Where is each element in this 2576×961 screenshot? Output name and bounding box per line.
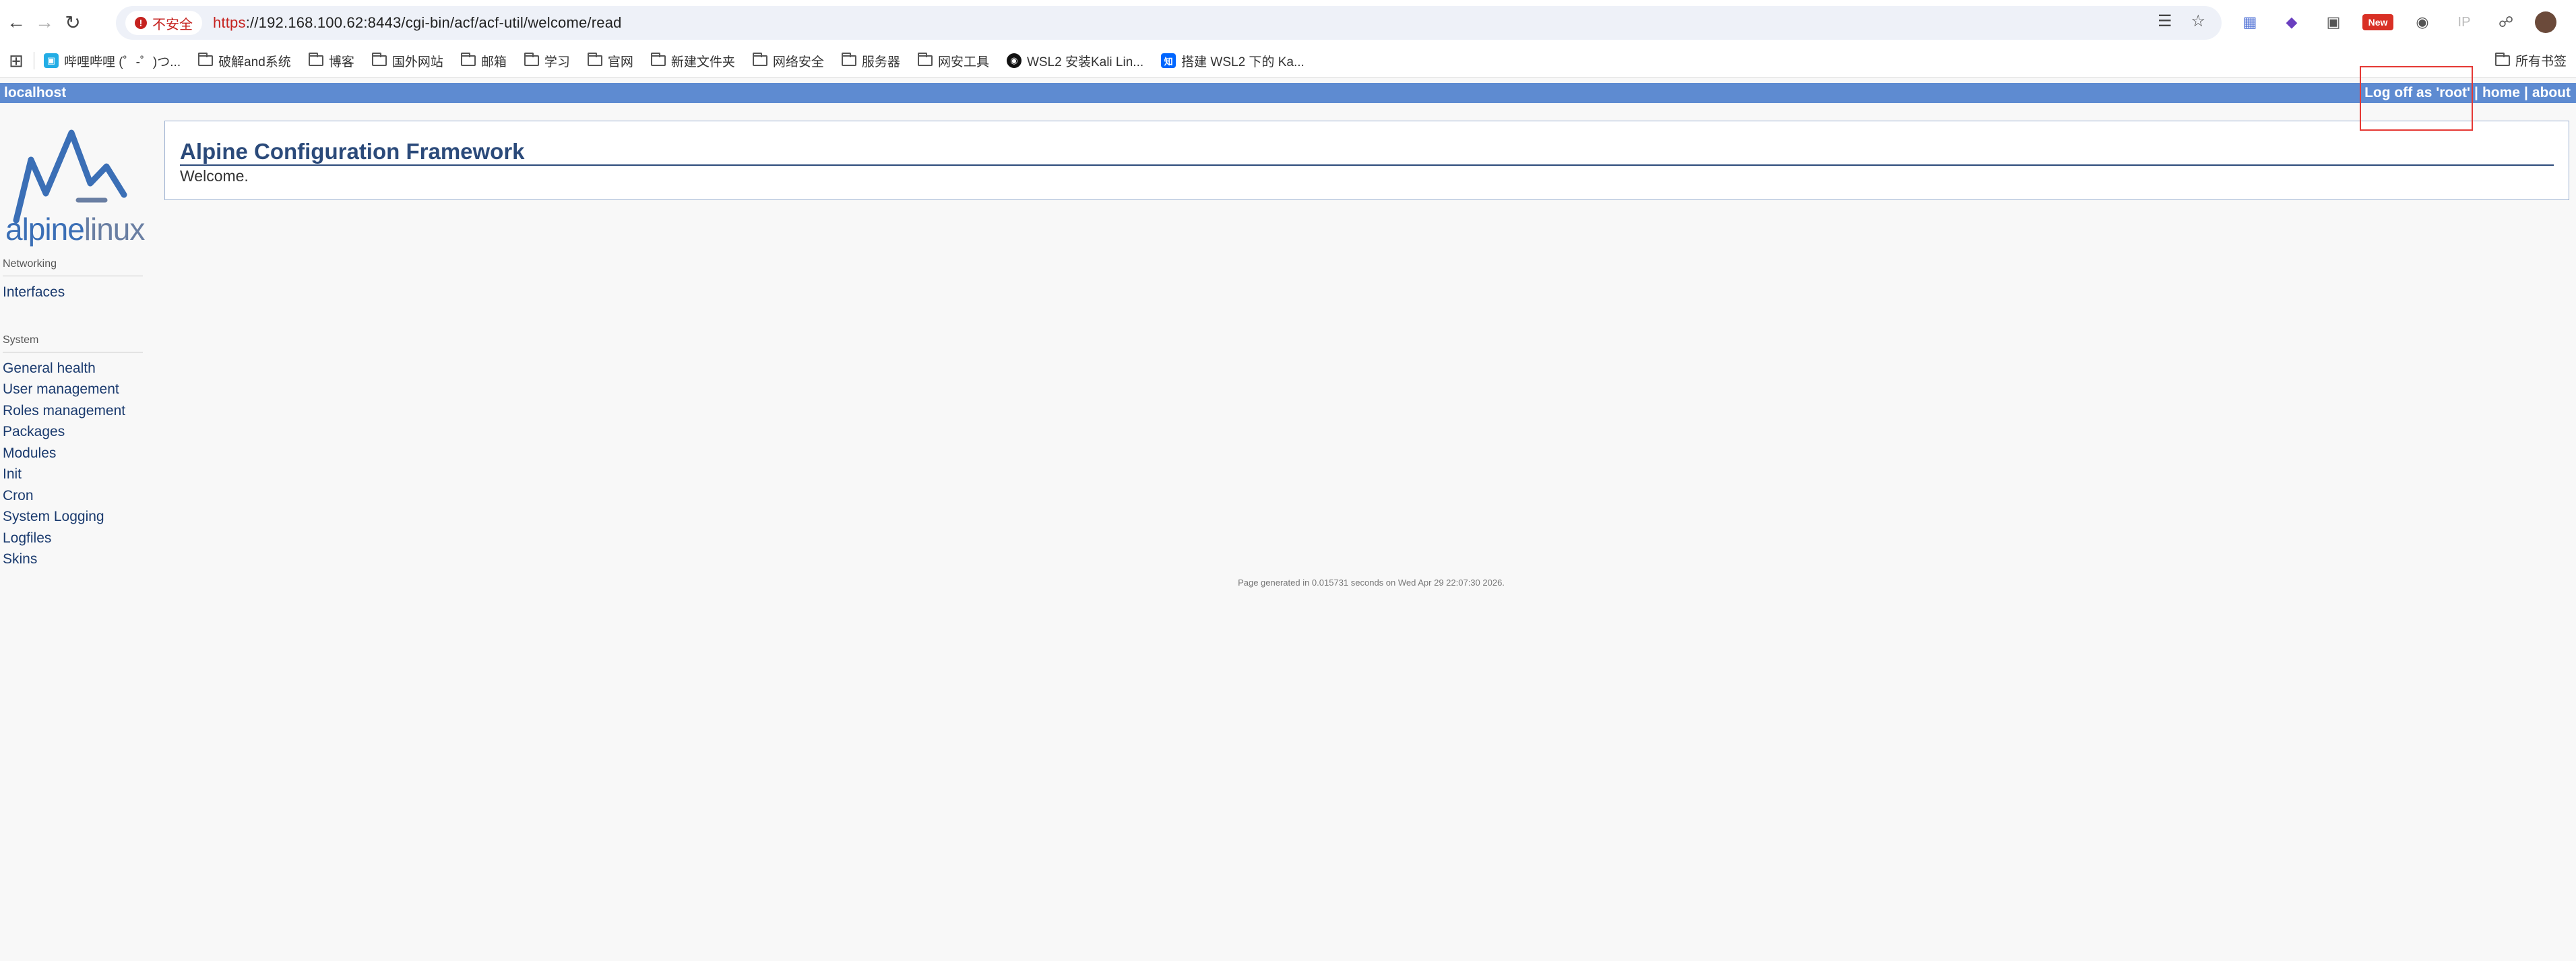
bookmark-item[interactable]: ◉ WSL2 安装Kali Lin...: [1006, 52, 1144, 70]
extension-new-icon[interactable]: New: [2362, 14, 2393, 30]
bookmarks-bar: ⊞ ▣ 哔哩哔哩 (゜-゜)つ... 破解and系统 博客 国外网站 邮箱 学习 官网 新建文件…: [0, 44, 2576, 78]
forward-icon[interactable]: →: [32, 10, 57, 34]
alpine-logo-text: alpinelinux: [5, 211, 146, 247]
bookmark-item[interactable]: 破解and系统: [198, 52, 291, 70]
all-bookmarks[interactable]: 所有书签: [2494, 51, 2567, 69]
bookmark-item[interactable]: 服务器: [841, 52, 900, 70]
sidebar-item-roles-management[interactable]: Roles management: [3, 400, 143, 422]
bookmark-label: 学习: [544, 55, 570, 69]
folder-icon: [841, 53, 856, 66]
browser-toolbar: ← → ↻ ! 不安全 https://192.168.100.62:8443/…: [0, 0, 2576, 44]
link-separator: |: [2523, 85, 2528, 100]
sidebar-item-cron[interactable]: Cron: [3, 485, 143, 507]
security-chip[interactable]: ! 不安全: [125, 11, 202, 35]
bookmark-item[interactable]: 新建文件夹: [650, 52, 735, 70]
sidebar-item-logfiles[interactable]: Logfiles: [3, 528, 143, 549]
reload-icon[interactable]: ↻: [61, 10, 85, 34]
nav-section-system: System: [3, 334, 143, 352]
page-title: Alpine Configuration Framework: [180, 139, 2554, 166]
bookmark-label: 官网: [607, 55, 633, 69]
bookmark-item[interactable]: 博客: [308, 52, 354, 70]
logo-text-linux: linux: [84, 212, 146, 247]
sidebar-item-init[interactable]: Init: [3, 464, 143, 485]
extension-purple-icon[interactable]: ◆: [2279, 9, 2304, 35]
bookmark-label: 新建文件夹: [670, 55, 735, 69]
bookmark-item[interactable]: 网安工具: [917, 52, 989, 70]
security-label: 不安全: [152, 17, 193, 32]
folder-icon: [587, 53, 602, 66]
extensions-puzzle-icon[interactable]: ☍: [2493, 9, 2519, 35]
logoff-link[interactable]: Log off as 'root': [2364, 85, 2470, 101]
home-link[interactable]: home: [2482, 85, 2520, 101]
bookmark-item[interactable]: 知搭建 WSL2 下的 Ka...: [1161, 52, 1305, 70]
bookmark-label: 博客: [328, 55, 354, 69]
logo-text-alpine: alpine: [5, 212, 85, 247]
warning-icon: !: [135, 17, 147, 29]
folder-icon: [524, 53, 539, 66]
about-link[interactable]: about: [2532, 85, 2571, 101]
bookmark-item[interactable]: 邮箱: [460, 52, 507, 70]
hostname: localhost: [4, 85, 67, 100]
sidebar-item-user-management[interactable]: User management: [3, 379, 143, 400]
bookmark-label: WSL2 安装Kali Lin...: [1026, 55, 1144, 69]
apps-grid-icon[interactable]: ⊞: [3, 51, 30, 71]
all-bookmarks-label: 所有书签: [2515, 55, 2567, 69]
bookmark-label: 服务器: [861, 55, 900, 69]
zhihu-icon: 知: [1161, 53, 1176, 68]
folder-icon: [650, 53, 666, 66]
extension-dark-icon[interactable]: ▣: [2321, 9, 2346, 35]
sidebar-item-packages[interactable]: Packages: [3, 421, 143, 443]
bookmark-item[interactable]: 学习: [524, 52, 570, 70]
folder-icon: [917, 53, 933, 66]
side-navigation: Networking Interfaces System General hea…: [3, 258, 143, 570]
bookmark-label: 国外网站: [391, 55, 443, 69]
bookmark-label: 网安工具: [937, 55, 989, 69]
main-content: Alpine Configuration Framework Welcome.: [164, 121, 2569, 200]
kali-icon: ◉: [1006, 53, 1022, 68]
back-icon[interactable]: ←: [4, 10, 28, 34]
page: localhost Log off as 'root' | home | abo…: [0, 78, 2576, 961]
bookmark-label: 破解and系统: [218, 55, 291, 69]
url-scheme: https: [213, 14, 246, 31]
extension-pin-icon[interactable]: ◉: [2410, 9, 2435, 35]
sidebar-item-general-health[interactable]: General health: [3, 358, 143, 379]
folder-icon: [308, 53, 323, 66]
header-bar: localhost Log off as 'root' | home | abo…: [0, 83, 2576, 103]
browser-menu-icon[interactable]: ⋮: [2573, 11, 2576, 34]
folder-icon: [752, 53, 767, 66]
bookmark-item[interactable]: 官网: [587, 52, 633, 70]
bookmark-item[interactable]: 国外网站: [371, 52, 443, 70]
translate-icon[interactable]: ☰: [2158, 11, 2172, 31]
url-text[interactable]: https://192.168.100.62:8443/cgi-bin/acf/…: [213, 14, 622, 32]
nav-section-networking: Networking: [3, 258, 143, 276]
bookmark-label: 邮箱: [480, 55, 507, 69]
folder-icon: [371, 53, 387, 66]
extension-ip-icon[interactable]: IP: [2451, 9, 2477, 35]
folder-icon: [198, 53, 214, 66]
profile-avatar[interactable]: [2535, 11, 2556, 33]
sidebar-item-interfaces[interactable]: Interfaces: [3, 282, 143, 303]
bookmark-label: 搭建 WSL2 下的 Ka...: [1181, 55, 1305, 69]
bilibili-icon: ▣: [44, 53, 59, 68]
bookmark-label: 网络安全: [772, 55, 824, 69]
welcome-text: Welcome.: [180, 167, 249, 185]
folder-icon: [2494, 52, 2510, 66]
link-separator: |: [2474, 85, 2478, 100]
sidebar-item-modules[interactable]: Modules: [3, 443, 143, 464]
url-path: ://192.168.100.62:8443/cgi-bin/acf/acf-u…: [245, 14, 622, 31]
translate-extension-icon[interactable]: ▦: [2237, 9, 2263, 35]
folder-icon: [460, 53, 476, 66]
sidebar-item-system-logging[interactable]: System Logging: [3, 506, 143, 528]
page-footer: Page generated in 0.015731 seconds on We…: [1238, 578, 1505, 588]
bookmark-item[interactable]: ▣ 哔哩哔哩 (゜-゜)つ...: [44, 52, 181, 70]
bookmark-item[interactable]: 网络安全: [752, 52, 824, 70]
address-bar[interactable]: ! 不安全 https://192.168.100.62:8443/cgi-bi…: [116, 6, 2222, 40]
sidebar-item-skins[interactable]: Skins: [3, 549, 143, 570]
star-icon[interactable]: ☆: [2191, 11, 2205, 31]
bookmark-label: 哔哩哔哩 (゜-゜)つ...: [64, 55, 181, 69]
